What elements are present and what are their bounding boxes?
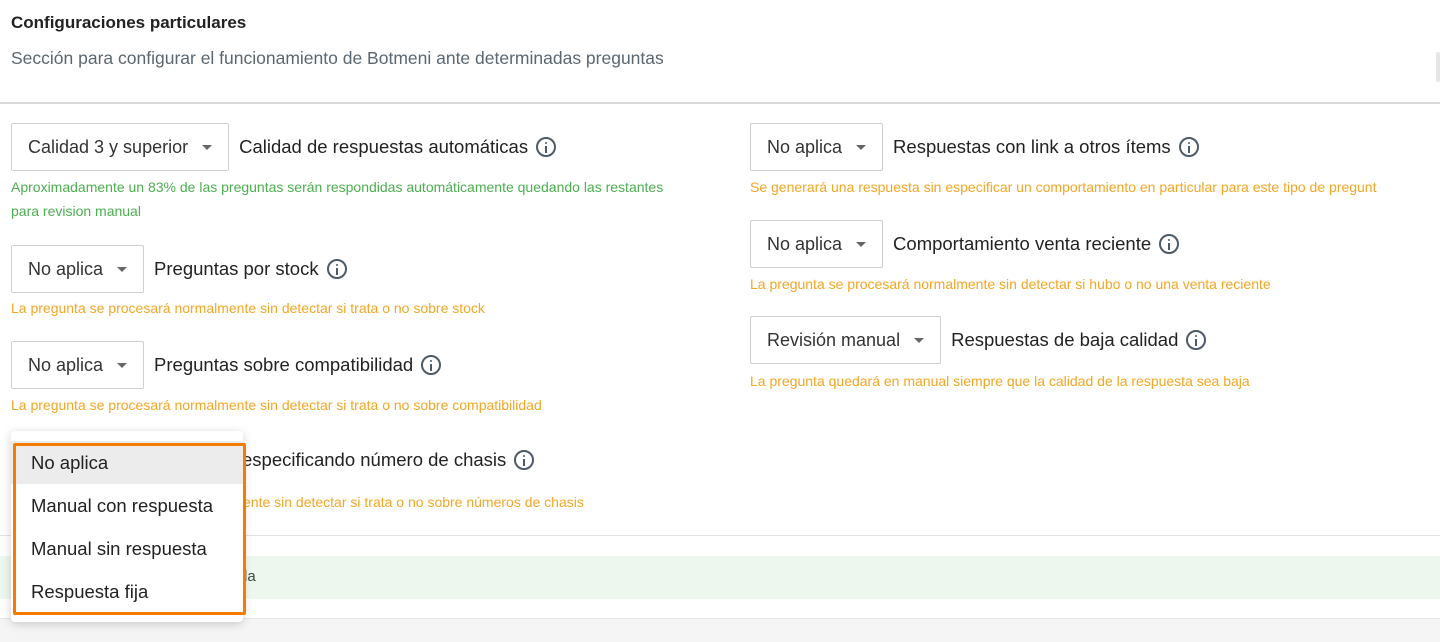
- menu-item-manual-sin-respuesta[interactable]: Manual sin respuesta: [11, 527, 243, 570]
- lowquality-select[interactable]: Revisión manual: [750, 316, 942, 364]
- recent-select-value: No aplica: [767, 233, 843, 254]
- links-hint: Se generará una respuesta sin especifica…: [750, 179, 1377, 195]
- chasis-label: especificando número de chasis: [242, 449, 507, 470]
- info-icon[interactable]: [536, 137, 557, 157]
- chasis-hint: ente sin detectar si trata o no sobre nú…: [243, 494, 584, 510]
- chevron-down-icon: [117, 266, 128, 272]
- scrollbar[interactable]: [1436, 52, 1440, 82]
- setting-compat: No aplica Preguntas sobre compatibilidad: [11, 341, 442, 389]
- recent-label: Comportamiento venta reciente: [893, 233, 1152, 254]
- page-title: Configuraciones particulares: [11, 13, 247, 32]
- chevron-down-icon: [914, 337, 925, 343]
- setting-chasis: especificando número de chasis: [232, 449, 535, 471]
- info-icon[interactable]: [1178, 137, 1199, 157]
- setting-lowquality: Revisión manual Respuestas de baja calid…: [750, 316, 1207, 364]
- chevron-down-icon: [117, 362, 128, 368]
- settings-header: Configuraciones particulares Sección par…: [0, 0, 1440, 102]
- setting-quality: Calidad 3 y superior Calidad de respuest…: [11, 123, 557, 171]
- recent-select[interactable]: No aplica: [750, 220, 884, 268]
- stock-label: Preguntas por stock: [154, 258, 319, 279]
- info-icon[interactable]: [326, 259, 347, 279]
- lowquality-hint: La pregunta quedará en manual siempre qu…: [750, 373, 1250, 389]
- compat-hint: La pregunta se procesará normalmente sin…: [11, 397, 542, 413]
- lowquality-select-value: Revisión manual: [767, 329, 901, 350]
- chevron-down-icon: [202, 144, 213, 150]
- setting-links: No aplica Respuestas con link a otros ít…: [750, 123, 1199, 171]
- quality-hint-line2: para revision manual: [11, 203, 141, 219]
- menu-item-manual-con-respuesta[interactable]: Manual con respuesta: [11, 484, 243, 527]
- info-icon[interactable]: [1186, 330, 1207, 350]
- setting-stock: No aplica Preguntas por stock: [11, 245, 347, 293]
- quality-label: Calidad de respuestas automáticas: [239, 136, 529, 157]
- compat-select[interactable]: No aplica: [11, 341, 145, 389]
- menu-item-respuesta-fija[interactable]: Respuesta fija: [11, 570, 243, 613]
- quality-select-value: Calidad 3 y superior: [28, 136, 189, 157]
- stock-select[interactable]: No aplica: [11, 245, 145, 293]
- links-select[interactable]: No aplica: [750, 123, 884, 171]
- quality-hint: Aproximadamente un 83% de las preguntas …: [11, 175, 663, 223]
- divider: [0, 102, 1440, 104]
- dropdown-menu: No aplica Manual con respuesta Manual si…: [11, 431, 243, 622]
- stock-hint: La pregunta se procesará normalmente sin…: [11, 300, 485, 316]
- links-select-value: No aplica: [767, 136, 843, 157]
- banner-text: la: [244, 568, 256, 585]
- stock-select-value: No aplica: [28, 258, 104, 279]
- chevron-down-icon: [856, 241, 867, 247]
- lowquality-label: Respuestas de baja calidad: [951, 329, 1179, 350]
- info-icon[interactable]: [1159, 234, 1180, 254]
- setting-recent: No aplica Comportamiento venta reciente: [750, 220, 1180, 268]
- page-subtitle: Sección para configurar el funcionamient…: [11, 48, 664, 68]
- quality-hint-line1: Aproximadamente un 83% de las preguntas …: [11, 179, 664, 195]
- compat-select-value: No aplica: [28, 354, 104, 375]
- recent-hint: La pregunta se procesará normalmente sin…: [750, 276, 1271, 292]
- chevron-down-icon: [856, 144, 867, 150]
- compat-label: Preguntas sobre compatibilidad: [154, 354, 414, 375]
- info-icon[interactable]: [421, 355, 442, 375]
- info-icon[interactable]: [514, 450, 535, 470]
- menu-item-no-aplica[interactable]: No aplica: [11, 441, 243, 484]
- links-label: Respuestas con link a otros ítems: [893, 136, 1171, 157]
- quality-select[interactable]: Calidad 3 y superior: [11, 123, 230, 171]
